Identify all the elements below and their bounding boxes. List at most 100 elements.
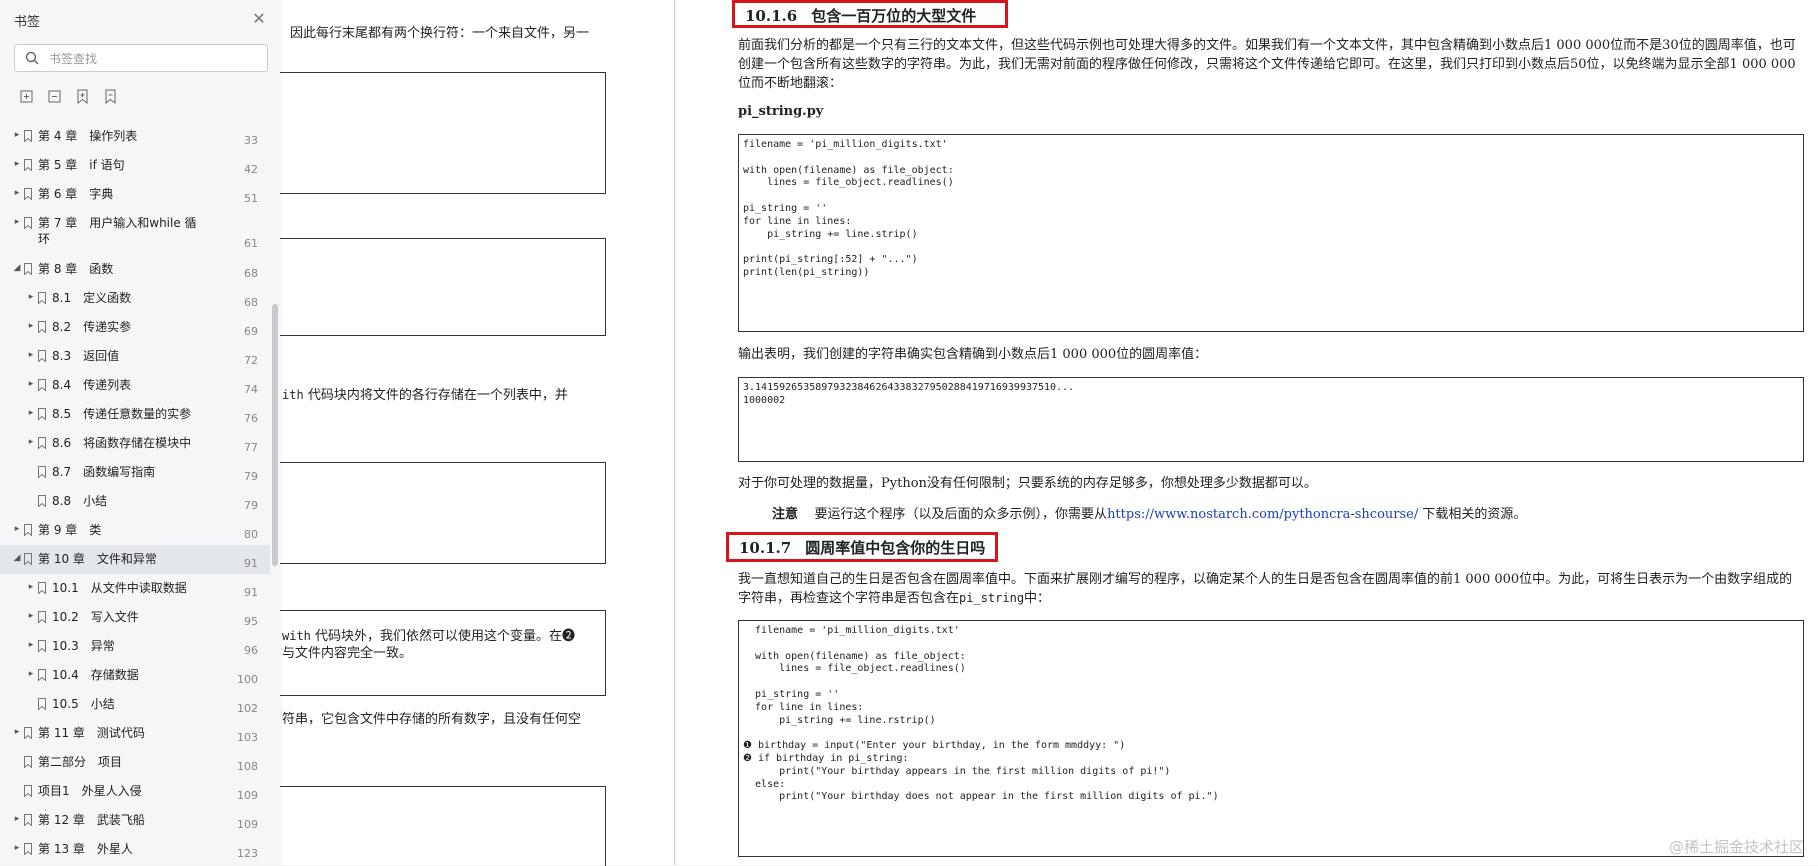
bookmark-item[interactable]: ▸ 第 11 章 测试代码 103 bbox=[0, 719, 270, 748]
bookmark-item[interactable]: ▸ 8.3 返回值 72 bbox=[0, 342, 270, 371]
bookmark-label: 第 8 章 函数 bbox=[38, 262, 114, 276]
bookmark-item[interactable]: ▸ 8.5 传递任意数量的实参 76 bbox=[0, 400, 270, 429]
section-heading-10-1-7: 10.1.7 圆周率值中包含你的生日吗 bbox=[726, 532, 998, 562]
caret-right-icon[interactable]: ▸ bbox=[26, 669, 36, 679]
bookmark-item[interactable]: ▸ 8.1 定义函数 68 bbox=[0, 284, 270, 313]
bookmark-page-number: 33 bbox=[244, 134, 258, 147]
bookmark-page-number: 61 bbox=[244, 237, 258, 250]
bookmark-page-number: 69 bbox=[244, 325, 258, 338]
bookmark-item[interactable]: ◢ 第 10 章 文件和异常 91 bbox=[0, 545, 270, 574]
caret-right-icon[interactable]: ▸ bbox=[12, 843, 22, 853]
bookmark-label: 10.3 异常 bbox=[52, 639, 115, 653]
bookmark-item[interactable]: ▸ 8.6 将函数存储在模块中 77 bbox=[0, 429, 270, 458]
bookmark-item[interactable]: ▸ 第 5 章 if 语句 42 bbox=[0, 151, 270, 180]
bookmark-label: 10.2 写入文件 bbox=[52, 610, 139, 624]
bookmark-page-number: 123 bbox=[237, 847, 258, 860]
delete-bookmark-icon[interactable] bbox=[102, 88, 120, 106]
bookmark-item[interactable]: 10.5 小结 102 bbox=[0, 690, 270, 719]
bookmark-flag-icon bbox=[38, 437, 46, 449]
bookmark-label: 8.3 返回值 bbox=[52, 349, 120, 363]
bookmark-item[interactable]: ▸ 8.4 传递列表 74 bbox=[0, 371, 270, 400]
caret-right-icon[interactable]: ▸ bbox=[12, 217, 22, 227]
caret-right-icon[interactable]: ▸ bbox=[26, 379, 36, 389]
bookmark-label: 第 4 章 操作列表 bbox=[38, 129, 138, 143]
bookmark-item[interactable]: 8.8 小结 79 bbox=[0, 487, 270, 516]
caret-right-icon[interactable]: ▸ bbox=[26, 292, 36, 302]
caret-right-icon[interactable]: ▸ bbox=[26, 350, 36, 360]
bookmark-flag-icon bbox=[24, 843, 32, 855]
caret-down-icon[interactable]: ◢ bbox=[12, 553, 22, 563]
close-icon[interactable]: ✕ bbox=[250, 10, 268, 28]
bookmark-item[interactable]: ▸ 10.4 存储数据 100 bbox=[0, 661, 270, 690]
caret-right-icon[interactable]: ▸ bbox=[26, 437, 36, 447]
add-bookmark-icon[interactable] bbox=[74, 88, 92, 106]
bookmark-item[interactable]: ◢ 第 8 章 函数 68 bbox=[0, 255, 270, 284]
caret-right-icon[interactable]: ▸ bbox=[12, 188, 22, 198]
bookmark-page-number: 100 bbox=[237, 673, 258, 686]
bookmark-item[interactable]: ▸ 第 4 章 操作列表 33 bbox=[0, 122, 270, 151]
bookmark-label: 项目1 外星人入侵 bbox=[38, 784, 142, 798]
caret-right-icon[interactable]: ▸ bbox=[26, 321, 36, 331]
bookmark-sidebar: 书签 ✕ ▸ 第 4 章 操作列表 33 ▸ 第 5 章 if 语句 42 ▸ 第 6 章 字… bbox=[0, 0, 283, 865]
caret-right-icon[interactable]: ▸ bbox=[12, 524, 22, 534]
bookmark-item[interactable]: ▸ 第 6 章 字典 51 bbox=[0, 180, 270, 209]
bookmark-label: 8.1 定义函数 bbox=[52, 291, 132, 305]
bookmark-label: 10.5 小结 bbox=[52, 697, 115, 711]
bookmark-search-input[interactable] bbox=[47, 48, 261, 70]
search-icon bbox=[25, 51, 39, 65]
bookmark-label: 10.4 存储数据 bbox=[52, 668, 139, 682]
note-label: 注意 bbox=[772, 507, 799, 522]
bookmark-page-number: 74 bbox=[244, 383, 258, 396]
caret-right-icon[interactable]: ▸ bbox=[26, 640, 36, 650]
bookmark-flag-icon bbox=[38, 640, 46, 652]
bookmark-search-box[interactable] bbox=[14, 44, 268, 72]
bookmark-page-number: 109 bbox=[237, 818, 258, 831]
bookmark-item[interactable]: ▸ 第 9 章 类 80 bbox=[0, 516, 270, 545]
code-block: filename = 'pi_million_digits.txt' with … bbox=[738, 134, 1804, 332]
bookmark-page-number: 109 bbox=[237, 789, 258, 802]
paragraph: 对于你可处理的数据量，Python没有任何限制；只要系统的内存足够多，你想处理多… bbox=[738, 476, 1317, 491]
bookmark-flag-icon bbox=[24, 263, 32, 275]
expand-all-icon[interactable] bbox=[18, 88, 36, 106]
collapse-all-icon[interactable] bbox=[46, 88, 64, 106]
caret-down-icon[interactable]: ◢ bbox=[12, 263, 22, 273]
bookmark-item[interactable]: ▸ 第 12 章 武装飞船 109 bbox=[0, 806, 270, 835]
bookmark-flag-icon bbox=[24, 727, 32, 739]
bookmark-label: 第 12 章 武装飞船 bbox=[38, 813, 145, 827]
resource-link[interactable]: https://www.nostarch.com/pythoncra-shcou… bbox=[1107, 507, 1418, 522]
bookmark-item[interactable]: ▸ 10.1 从文件中读取数据 91 bbox=[0, 574, 270, 603]
left-page-text-line: 因此每行末尾都有两个换行符：一个来自文件，另一 bbox=[290, 26, 590, 41]
left-page-code-box bbox=[280, 238, 606, 336]
bookmark-flag-icon bbox=[38, 408, 46, 420]
caret-right-icon[interactable]: ▸ bbox=[12, 814, 22, 824]
bookmark-item[interactable]: ▸ 10.2 写入文件 95 bbox=[0, 603, 270, 632]
bookmark-item[interactable]: 8.7 函数编写指南 79 bbox=[0, 458, 270, 487]
caret-right-icon[interactable]: ▸ bbox=[12, 130, 22, 140]
caret-right-icon[interactable]: ▸ bbox=[26, 582, 36, 592]
bookmark-label: 第 10 章 文件和异常 bbox=[38, 552, 157, 566]
left-page-code-box bbox=[280, 462, 606, 564]
left-page-code-box bbox=[280, 786, 606, 866]
section-heading-10-1-6: 10.1.6 包含一百万位的大型文件 bbox=[732, 0, 1008, 28]
bookmark-flag-icon bbox=[38, 321, 46, 333]
sidebar-scrollbar[interactable] bbox=[272, 304, 278, 566]
bookmark-flag-icon bbox=[38, 495, 46, 507]
bookmark-item[interactable]: 第二部分 项目 108 bbox=[0, 748, 270, 777]
bookmark-page-number: 80 bbox=[244, 528, 258, 541]
caret-right-icon[interactable]: ▸ bbox=[26, 611, 36, 621]
bookmark-item[interactable]: ▸ 第 13 章 外星人 123 bbox=[0, 835, 270, 864]
bookmark-flag-icon bbox=[24, 524, 32, 536]
bookmark-label: 8.8 小结 bbox=[52, 494, 108, 508]
paragraph: 输出表明，我们创建的字符串确实包含精确到小数点后1 000 000位的圆周率值： bbox=[738, 347, 1208, 362]
bookmark-item[interactable]: ▸ 10.3 异常 96 bbox=[0, 632, 270, 661]
bookmark-item[interactable]: ▸ 第 7 章 用户输入和while 循环 61 bbox=[0, 209, 270, 255]
bookmark-flag-icon bbox=[24, 553, 32, 565]
caret-right-icon[interactable]: ▸ bbox=[12, 727, 22, 737]
left-page-code-box bbox=[280, 72, 606, 194]
caret-right-icon[interactable]: ▸ bbox=[12, 159, 22, 169]
bookmark-label: 8.2 传递实参 bbox=[52, 320, 132, 334]
caret-right-icon[interactable]: ▸ bbox=[26, 408, 36, 418]
bookmark-item[interactable]: ▸ 8.2 传递实参 69 bbox=[0, 313, 270, 342]
watermark: @稀土掘金技术社区 bbox=[1668, 838, 1804, 856]
bookmark-item[interactable]: 项目1 外星人入侵 109 bbox=[0, 777, 270, 806]
